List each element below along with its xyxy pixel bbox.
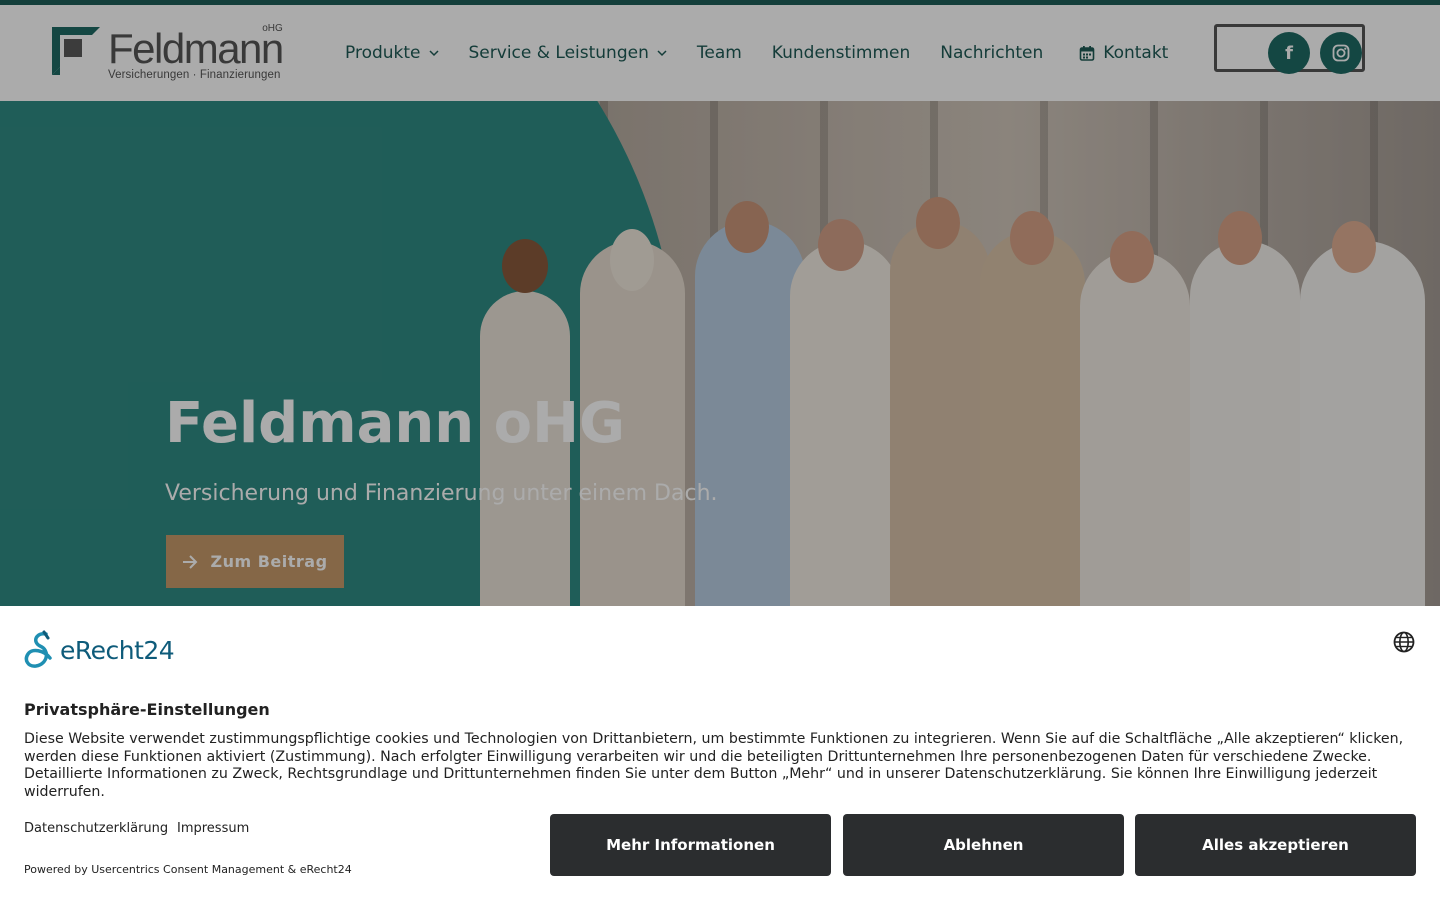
main-nav: Produkte Service & Leistungen Team Kunde…: [345, 39, 1198, 67]
hero-title: Feldmann oHG: [165, 391, 625, 456]
privacy-policy-link[interactable]: Datenschutzerklärung: [24, 821, 168, 836]
calendar-icon: [1079, 46, 1095, 61]
brand-name: eRecht24: [60, 635, 175, 665]
facebook-icon[interactable]: f: [1268, 32, 1310, 74]
logo-subtitle: Versicherungen · Finanzierungen: [108, 69, 281, 81]
logo-mark-icon: [52, 27, 100, 75]
nav-item-team[interactable]: Team: [697, 43, 742, 63]
zum-beitrag-label: Zum Beitrag: [210, 552, 328, 571]
imprint-link[interactable]: Impressum: [177, 821, 249, 836]
facebook-glyph: f: [1285, 42, 1293, 64]
arrow-right-icon: [183, 554, 198, 569]
erecht24-mark-icon: [24, 630, 52, 668]
accept-all-button[interactable]: Alles akzeptieren: [1135, 814, 1416, 876]
consent-title: Privatsphäre-Einstellungen: [24, 700, 270, 719]
nav-label: Kundenstimmen: [771, 43, 911, 63]
zum-beitrag-button[interactable]: Zum Beitrag: [166, 535, 344, 588]
nav-label: Service & Leistungen: [468, 43, 649, 63]
instagram-glyph: [1332, 44, 1350, 62]
nav-item-kontakt[interactable]: Kontakt: [1079, 43, 1168, 63]
chevron-down-icon: [657, 50, 667, 57]
cookie-consent-banner: eRecht24 Privatsphäre-Einstellungen Dies…: [0, 606, 1440, 900]
logo-name: Feldmann: [108, 25, 284, 72]
chevron-down-icon: [428, 50, 439, 57]
nav-label: Nachrichten: [940, 43, 1044, 63]
erecht24-logo: eRecht24: [24, 630, 175, 670]
nav-label: Kontakt: [1103, 43, 1169, 63]
site-logo[interactable]: Feldmann Versicherungen · Finanzierungen…: [52, 23, 292, 83]
logo-suffix: oHG: [262, 23, 283, 34]
instagram-icon[interactable]: [1320, 32, 1362, 74]
consent-description: Diese Website verwendet zustimmungspflic…: [24, 731, 1404, 800]
hero-section: Feldmann oHG Versicherung und Finanzieru…: [0, 101, 1440, 606]
more-information-button[interactable]: Mehr Informationen: [550, 814, 831, 876]
nav-item-nachrichten[interactable]: Nachrichten: [940, 43, 1043, 63]
nav-item-produkte[interactable]: Produkte: [345, 43, 439, 63]
nav-item-service[interactable]: Service & Leistungen: [469, 43, 667, 63]
powered-by-text: Powered by Usercentrics Consent Manageme…: [24, 863, 352, 876]
nav-item-kundenstimmen[interactable]: Kundenstimmen: [772, 43, 910, 63]
nav-label: Produkte: [345, 43, 421, 63]
language-globe-icon[interactable]: [1393, 631, 1415, 653]
hero-subtitle: Versicherung und Finanzierung unter eine…: [165, 481, 718, 506]
nav-label: Team: [696, 43, 742, 63]
decline-button[interactable]: Ablehnen: [843, 814, 1124, 876]
